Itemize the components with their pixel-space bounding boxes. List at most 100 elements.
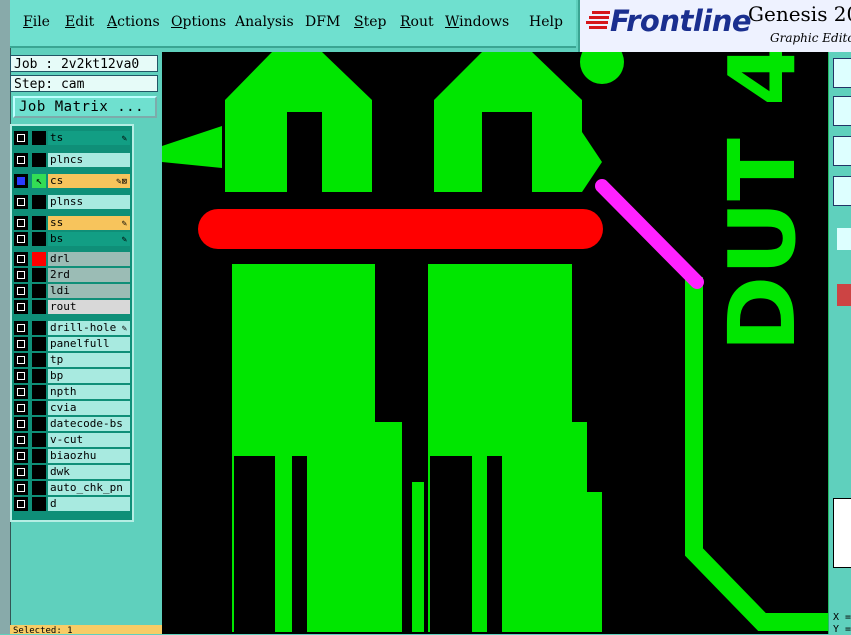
layer-checkbox[interactable] [14, 232, 28, 246]
layer-row[interactable]: ldi [14, 284, 132, 298]
layer-row[interactable]: ↖ cs ✎⊠ [14, 174, 132, 188]
layer-row[interactable]: d [14, 497, 132, 511]
layer-name[interactable]: npth [48, 385, 130, 399]
tool-close-icon[interactable] [837, 228, 851, 250]
tool-diamond-icon[interactable] [837, 340, 851, 362]
menu-help[interactable]: Help [529, 14, 563, 30]
layer-checkbox[interactable] [14, 268, 28, 282]
layer-row[interactable]: datecode-bs [14, 417, 132, 431]
menu-actions[interactable]: Actions [107, 14, 160, 30]
layer-color-swatch-icon[interactable] [32, 232, 46, 246]
layer-name[interactable]: cs ✎⊠ [48, 174, 130, 188]
layer-color-swatch-icon[interactable] [32, 337, 46, 351]
menu-edit[interactable]: Edit [65, 14, 94, 30]
menu-file[interactable]: File [23, 14, 50, 30]
menu-options[interactable]: Options [171, 14, 226, 30]
layer-checkbox[interactable] [14, 449, 28, 463]
layer-row[interactable]: drl [14, 252, 132, 266]
layer-row[interactable]: panelfull [14, 337, 132, 351]
menu-analysis[interactable]: Analysis [235, 14, 294, 30]
layer-color-swatch-icon[interactable] [32, 481, 46, 495]
layer-name[interactable]: d [48, 497, 130, 511]
layer-color-swatch-icon[interactable] [32, 153, 46, 167]
layer-checkbox[interactable] [14, 385, 28, 399]
layer-name[interactable]: ss ✎ [48, 216, 130, 230]
layer-checkbox[interactable] [14, 417, 28, 431]
layer-color-swatch-icon[interactable] [32, 216, 46, 230]
tool-square-icon[interactable] [837, 448, 851, 470]
layer-color-swatch-icon[interactable] [32, 195, 46, 209]
layer-checkbox[interactable] [14, 174, 28, 188]
layer-name[interactable]: ts ✎ [48, 131, 130, 145]
layer-checkbox[interactable] [14, 481, 28, 495]
layer-row[interactable]: 2rd [14, 268, 132, 282]
menu-rout[interactable]: Rout [400, 14, 434, 30]
layer-name[interactable]: drill-hole ✎ [48, 321, 130, 335]
tool-diamond-icon[interactable] [837, 256, 851, 278]
layer-checkbox[interactable] [14, 131, 28, 145]
layer-row[interactable]: npth [14, 385, 132, 399]
layer-checkbox[interactable] [14, 195, 28, 209]
layer-color-swatch-icon[interactable] [32, 401, 46, 415]
layer-name[interactable]: 2rd [48, 268, 130, 282]
layer-checkbox[interactable] [14, 497, 28, 511]
layer-color-swatch-icon[interactable] [32, 369, 46, 383]
layer-row[interactable]: v-cut [14, 433, 132, 447]
layer-name[interactable]: bp [48, 369, 130, 383]
layer-checkbox[interactable] [14, 300, 28, 314]
layer-name[interactable]: panelfull [48, 337, 130, 351]
layer-name[interactable]: rout [48, 300, 130, 314]
layer-row[interactable]: plncs [14, 153, 132, 167]
layer-row[interactable]: rout [14, 300, 132, 314]
layer-color-swatch-icon[interactable] [32, 449, 46, 463]
layer-color-swatch-icon[interactable] [32, 268, 46, 282]
layer-row[interactable]: ss ✎ [14, 216, 132, 230]
layer-row[interactable]: biaozhu [14, 449, 132, 463]
layer-row[interactable]: drill-hole ✎ [14, 321, 132, 335]
toolbar-button-1[interactable] [833, 58, 851, 88]
layer-row[interactable]: ts ✎ [14, 131, 132, 145]
toolbar-button-3[interactable] [833, 136, 851, 166]
layer-checkbox[interactable] [14, 433, 28, 447]
layer-name[interactable]: v-cut [48, 433, 130, 447]
menu-dfm[interactable]: DFM [305, 14, 340, 30]
layer-name[interactable]: ldi [48, 284, 130, 298]
layer-color-swatch-icon[interactable] [32, 131, 46, 145]
layer-color-swatch-icon[interactable] [32, 321, 46, 335]
layer-checkbox[interactable] [14, 353, 28, 367]
layer-name[interactable]: dwk [48, 465, 130, 479]
layer-row[interactable]: dwk [14, 465, 132, 479]
layer-checkbox[interactable] [14, 369, 28, 383]
layer-row[interactable]: bp [14, 369, 132, 383]
layer-color-swatch-icon[interactable] [32, 385, 46, 399]
layer-checkbox[interactable] [14, 284, 28, 298]
layer-checkbox[interactable] [14, 337, 28, 351]
layer-checkbox[interactable] [14, 153, 28, 167]
toolbar-button-4[interactable] [833, 176, 851, 206]
layer-color-swatch-icon[interactable] [32, 300, 46, 314]
layer-checkbox[interactable] [14, 252, 28, 266]
work-layer-arrow-icon[interactable]: ↖ [32, 174, 46, 188]
tool-diamond-icon[interactable] [837, 368, 851, 390]
layer-checkbox[interactable] [14, 401, 28, 415]
layer-checkbox[interactable] [14, 216, 28, 230]
layer-color-swatch-icon[interactable] [32, 284, 46, 298]
layer-checkbox[interactable] [14, 465, 28, 479]
layer-color-swatch-icon[interactable] [32, 417, 46, 431]
layer-row[interactable]: auto_chk_pn [14, 481, 132, 495]
menu-windows[interactable]: Windows [445, 14, 509, 30]
layer-row[interactable]: cvia [14, 401, 132, 415]
layer-name[interactable]: biaozhu [48, 449, 130, 463]
toolbar-button-2[interactable] [833, 96, 851, 126]
layer-color-swatch-icon[interactable] [32, 433, 46, 447]
job-matrix-button[interactable]: Job Matrix ... [13, 96, 157, 118]
layer-name[interactable]: tp [48, 353, 130, 367]
layer-color-swatch-icon[interactable] [32, 497, 46, 511]
layer-name[interactable]: plnss [48, 195, 130, 209]
layer-name[interactable]: auto_chk_pn [48, 481, 130, 495]
layer-name[interactable]: drl [48, 252, 130, 266]
layer-name[interactable]: plncs [48, 153, 130, 167]
layer-name[interactable]: datecode-bs [48, 417, 130, 431]
layer-row[interactable]: bs ✎ [14, 232, 132, 246]
tool-diamond-icon[interactable] [837, 312, 851, 334]
